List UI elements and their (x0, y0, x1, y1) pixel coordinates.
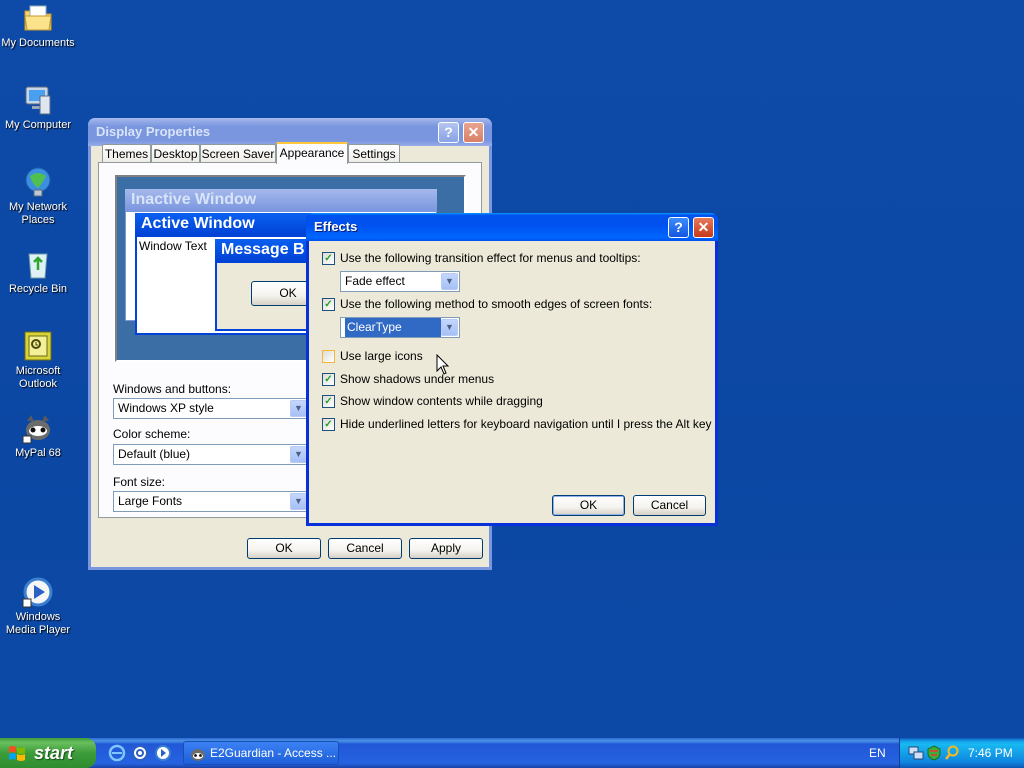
mypal-icon (22, 412, 54, 444)
hide-underlines-checkbox[interactable]: ✓ Hide underlined letters for keyboard n… (322, 418, 712, 432)
checkbox-box (322, 350, 335, 363)
chevron-down-icon: ▼ (290, 400, 307, 417)
font-size-value: Large Fonts (118, 494, 183, 508)
font-size-label: Font size: (113, 475, 166, 489)
font-smoothing-value: ClearType (345, 318, 441, 337)
preview-window-text: Window Text (139, 239, 207, 253)
desktop-icon-label: My Network Places (8, 201, 68, 226)
folder-icon (22, 2, 54, 34)
windows-buttons-label: Windows and buttons: (113, 382, 232, 396)
chevron-down-icon: ▼ (290, 493, 307, 510)
network-icon (22, 166, 54, 198)
desktop-icon-mypal[interactable]: MyPal 68 (0, 412, 76, 460)
search-icon[interactable] (944, 745, 960, 761)
tab-desktop[interactable]: Desktop (151, 144, 200, 163)
windows-buttons-select[interactable]: Windows XP style ▼ (113, 398, 309, 419)
taskbar-item-label: E2Guardian - Access ... (210, 746, 337, 760)
cancel-button[interactable]: Cancel (633, 495, 706, 516)
recycle-bin-icon (22, 248, 54, 280)
outlook-icon (22, 330, 54, 362)
ok-button[interactable]: OK (247, 538, 321, 559)
color-scheme-label: Color scheme: (113, 427, 191, 441)
desktop-icon-recycle-bin[interactable]: Recycle Bin (0, 248, 76, 296)
mypal-icon (191, 749, 205, 761)
media-player-quicklaunch-icon[interactable] (154, 744, 172, 762)
preview-inactive-title: Inactive Window (125, 189, 437, 211)
apply-button[interactable]: Apply (409, 538, 483, 559)
font-smoothing-select[interactable]: ClearType ▼ (340, 317, 460, 338)
desktop-icon-label: Microsoft Outlook (15, 365, 61, 390)
checkbox-label: Use the following method to smooth edges… (340, 297, 653, 311)
desktop-icon-my-documents[interactable]: My Documents (0, 2, 76, 50)
desktop-icon-my-computer[interactable]: My Computer (0, 84, 76, 132)
windows-buttons-value: Windows XP style (118, 401, 214, 415)
desktop-icon-my-network-places[interactable]: My Network Places (0, 166, 76, 227)
desktop: My Documents My Computer My Network Plac… (0, 0, 1024, 738)
start-button[interactable]: start (0, 738, 96, 768)
font-size-select[interactable]: Large Fonts ▼ (113, 491, 309, 512)
taskbar-item-e2guardian[interactable]: E2Guardian - Access ... (183, 741, 339, 765)
tab-themes[interactable]: Themes (102, 144, 151, 163)
outlook-express-icon[interactable] (131, 744, 149, 762)
computer-icon (22, 84, 54, 116)
system-tray: 7:46 PM (899, 738, 1024, 768)
tab-appearance[interactable]: Appearance (276, 142, 348, 164)
checkbox-label: Use the following transition effect for … (340, 251, 641, 265)
drag-contents-checkbox[interactable]: ✓ Show window contents while dragging (322, 395, 543, 409)
checkbox-label: Use large icons (340, 349, 423, 363)
checkbox-label: Show window contents while dragging (340, 394, 543, 408)
media-player-icon (22, 576, 54, 608)
desktop-icon-label: My Documents (1, 37, 75, 49)
transition-effect-value: Fade effect (345, 274, 405, 288)
tab-settings[interactable]: Settings (348, 144, 400, 163)
window-title: Display Properties (96, 124, 211, 139)
help-button[interactable]: ? (438, 122, 459, 143)
desktop-icon-label: Recycle Bin (8, 283, 68, 295)
cancel-button[interactable]: Cancel (328, 538, 402, 559)
checkbox-box: ✓ (322, 298, 335, 311)
close-button[interactable]: ✕ (693, 217, 714, 238)
windows-flag-icon (9, 746, 25, 761)
tab-screen-saver[interactable]: Screen Saver (200, 144, 276, 163)
security-shield-icon[interactable] (926, 745, 942, 761)
effects-titlebar[interactable]: Effects ? ✕ (306, 213, 718, 241)
close-button[interactable]: ✕ (463, 122, 484, 143)
checkbox-box: ✓ (322, 418, 335, 431)
checkbox-box: ✓ (322, 252, 335, 265)
menu-shadows-checkbox[interactable]: ✓ Show shadows under menus (322, 373, 494, 387)
desktop-icon-label: My Computer (4, 119, 72, 131)
desktop-icon-label: Windows Media Player (5, 611, 71, 636)
checkbox-box: ✓ (322, 373, 335, 386)
internet-explorer-icon[interactable] (108, 744, 126, 762)
desktop-icon-label: MyPal 68 (15, 447, 61, 459)
ok-button[interactable]: OK (552, 495, 625, 516)
chevron-down-icon: ▼ (441, 273, 458, 290)
help-button[interactable]: ? (668, 217, 689, 238)
color-scheme-value: Default (blue) (118, 447, 191, 461)
taskbar: start E2Guardian - Access ... EN 7:46 PM (0, 738, 1024, 768)
transition-effect-select[interactable]: Fade effect ▼ (340, 271, 460, 292)
desktop-icon-windows-media-player[interactable]: Windows Media Player (0, 576, 76, 637)
desktop-icon-microsoft-outlook[interactable]: Microsoft Outlook (0, 330, 76, 391)
start-label: start (34, 743, 74, 763)
color-scheme-select[interactable]: Default (blue) ▼ (113, 444, 309, 465)
large-icons-checkbox[interactable]: Use large icons (322, 350, 423, 364)
effects-dialog: Effects ? ✕ ✓ Use the following transiti… (306, 213, 718, 526)
checkbox-label: Hide underlined letters for keyboard nav… (340, 417, 712, 431)
dialog-title: Effects (314, 219, 358, 234)
clock: 7:46 PM (968, 746, 1013, 760)
transition-effect-checkbox[interactable]: ✓ Use the following transition effect fo… (322, 252, 641, 266)
mouse-cursor-icon (436, 354, 450, 375)
language-indicator[interactable]: EN (869, 738, 886, 768)
chevron-down-icon: ▼ (441, 319, 458, 336)
checkbox-label: Show shadows under menus (340, 372, 495, 386)
chevron-down-icon: ▼ (290, 446, 307, 463)
font-smoothing-checkbox[interactable]: ✓ Use the following method to smooth edg… (322, 298, 652, 312)
checkbox-box: ✓ (322, 395, 335, 408)
network-status-icon[interactable] (908, 745, 924, 761)
